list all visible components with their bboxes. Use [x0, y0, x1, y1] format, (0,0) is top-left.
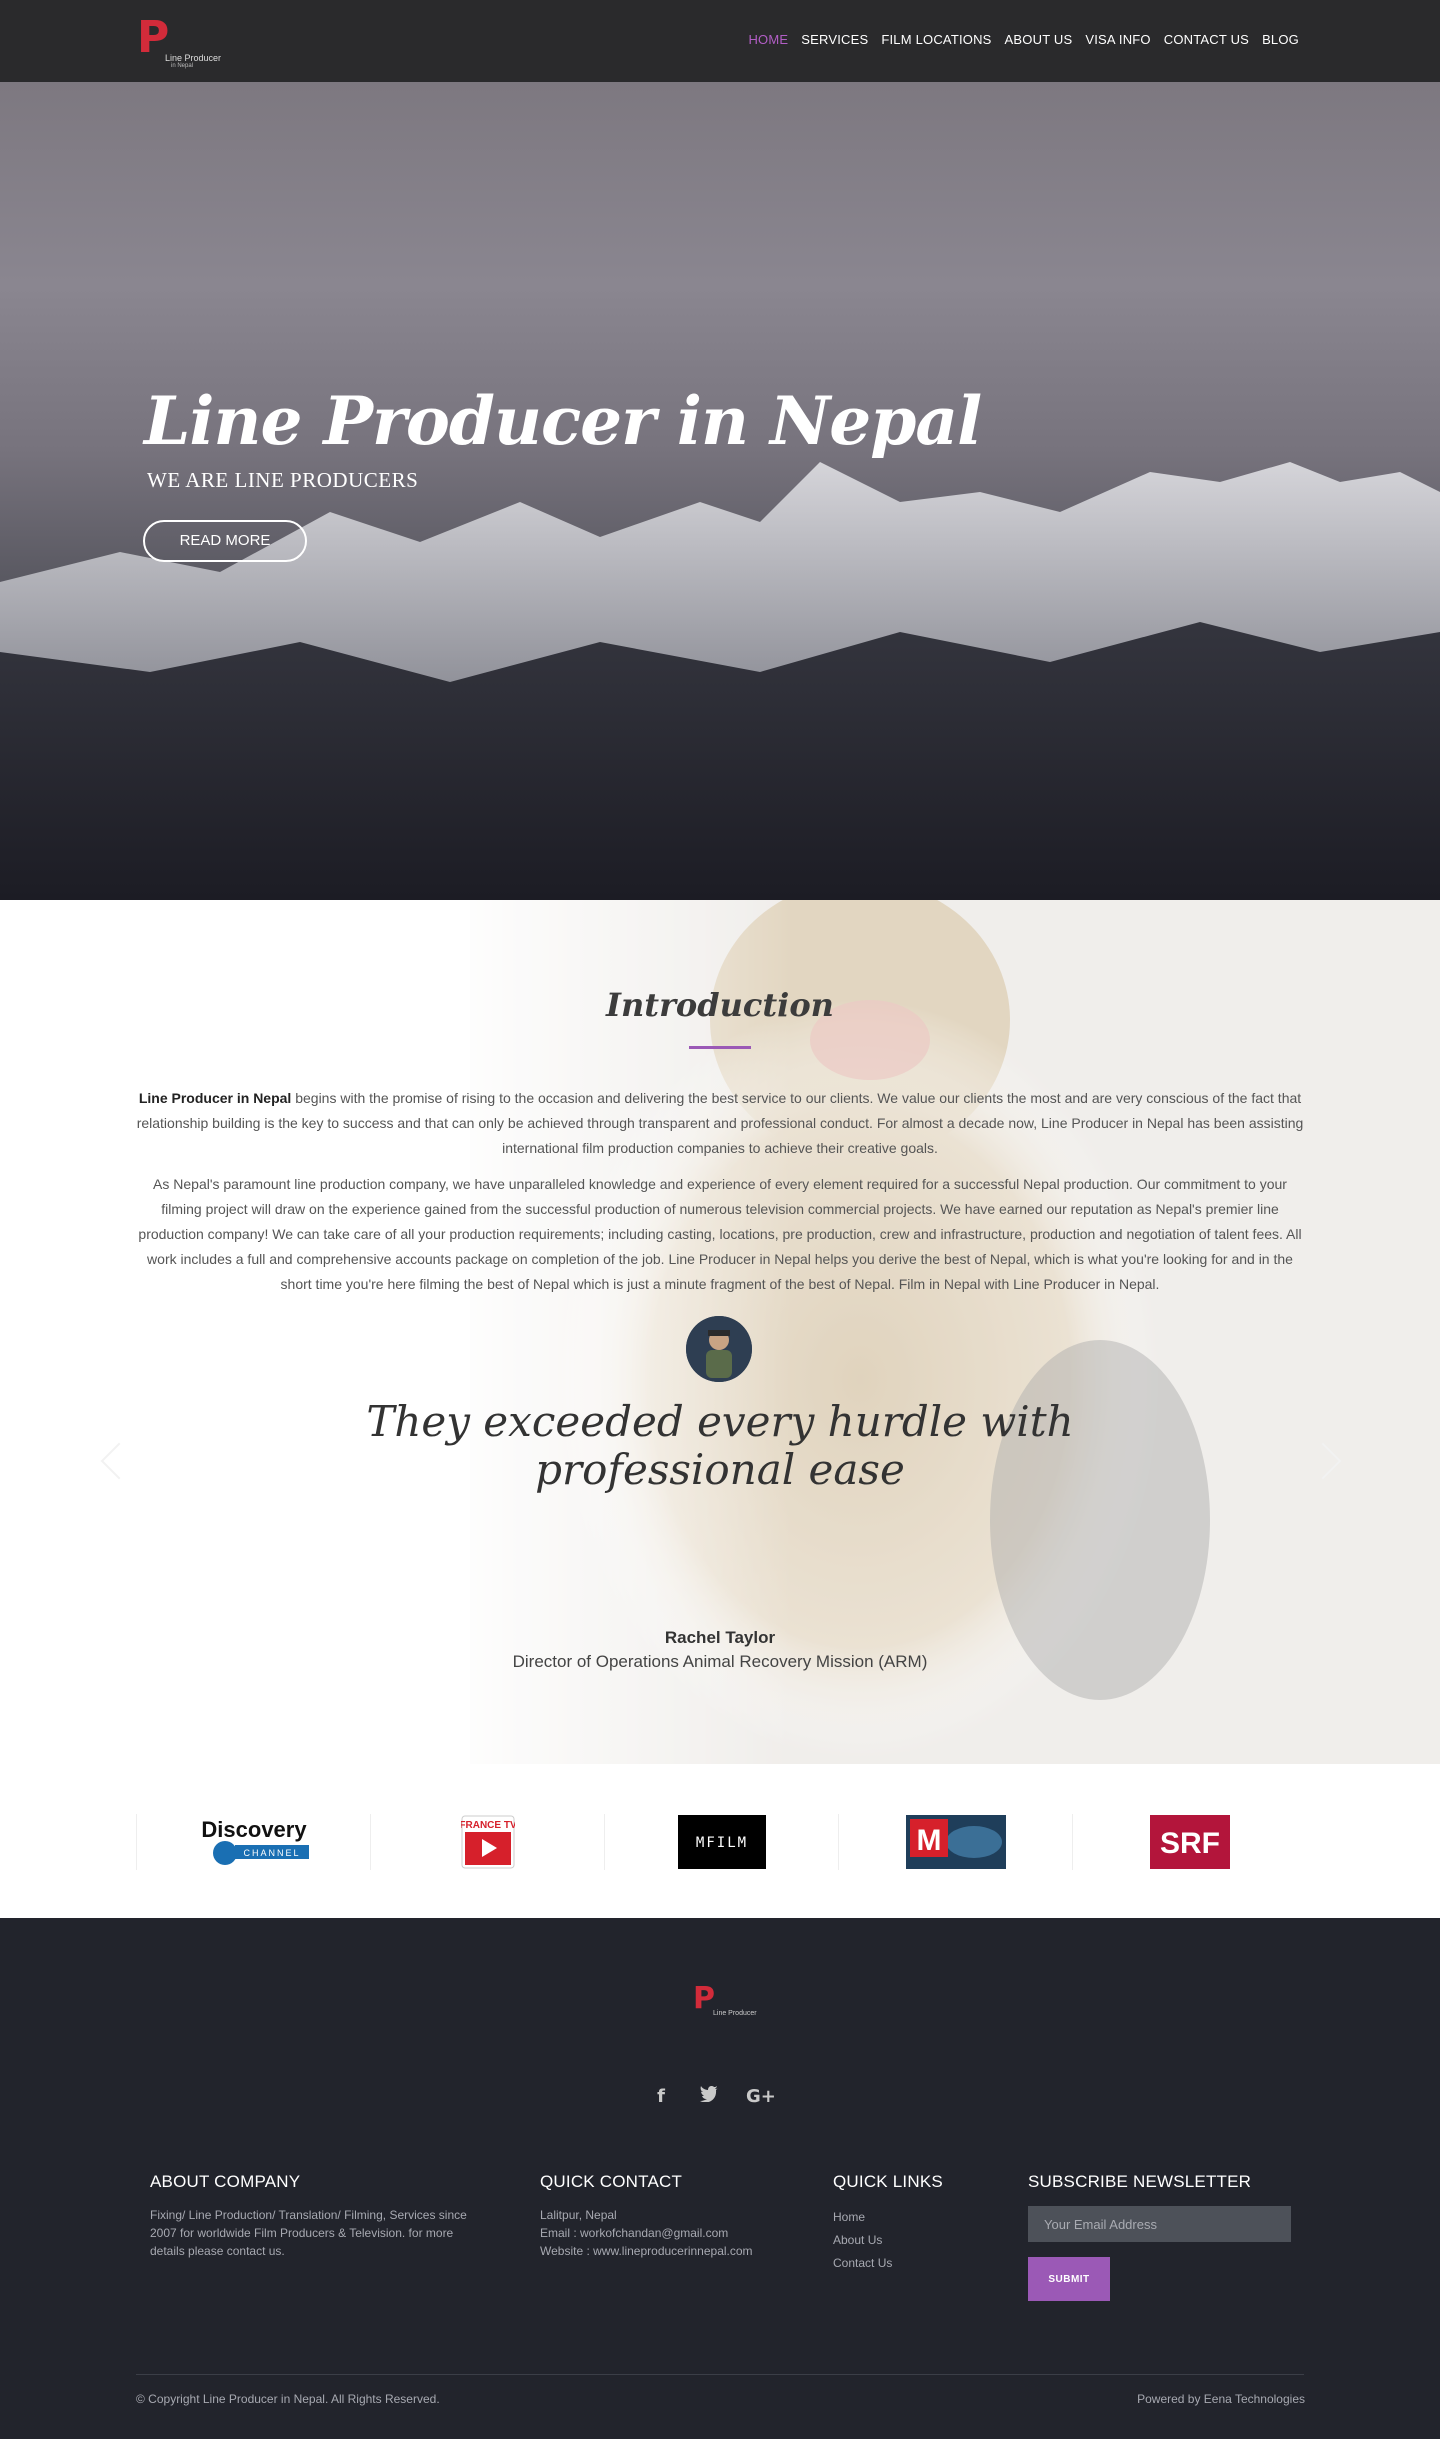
svg-text:SRF: SRF	[1160, 1827, 1220, 1860]
france-tv-logo: FRANCE TV	[461, 1815, 515, 1869]
testimonial-name: Rachel Taylor	[664, 1628, 776, 1647]
site-logo[interactable]: P Line Producer in Nepal	[137, 16, 221, 70]
footer-link-about-us[interactable]: About Us	[833, 2229, 993, 2252]
google-plus-icon[interactable]: G+	[746, 2086, 776, 2107]
introduction-heading: Introduction	[606, 986, 834, 1024]
nav-visa-info[interactable]: VISA INFO	[1085, 32, 1150, 47]
client-discovery[interactable]: Discovery CHANNEL	[136, 1814, 370, 1870]
heading-underline	[689, 1046, 751, 1049]
hero-subtitle: WE ARE LINE PRODUCERS	[147, 468, 419, 492]
quick-links-heading: QUICK LINKS	[833, 2172, 943, 2191]
quick-contact-heading: QUICK CONTACT	[540, 2172, 683, 2191]
client-france-tv[interactable]: FRANCE TV	[370, 1814, 604, 1870]
logo-subtext: in Nepal	[171, 63, 194, 69]
nav-film-locations[interactable]: FILM LOCATIONS	[881, 32, 991, 47]
newsletter-email-input[interactable]	[1028, 2206, 1291, 2242]
footer-logo-text: Line Producer	[713, 2010, 757, 2017]
srf-logo: SRF	[1149, 1815, 1230, 1869]
about-company-heading: ABOUT COMPANY	[150, 2172, 301, 2191]
hero-title: Line Producer in Nepal	[144, 382, 982, 460]
newsletter-submit-button[interactable]: SUBMIT	[1028, 2257, 1110, 2301]
twitter-icon[interactable]	[698, 2086, 720, 2107]
main-nav: HOME SERVICES FILM LOCATIONS ABOUT US VI…	[748, 32, 1299, 47]
svg-text:Discovery: Discovery	[201, 1817, 307, 1842]
contact-email[interactable]: Email : workofchandan@gmail.com	[540, 2224, 800, 2242]
intro-paragraph-1-text: begins with the promise of rising to the…	[136, 1090, 1304, 1156]
about-company-text: Fixing/ Line Production/ Translation/ Fi…	[150, 2208, 467, 2258]
copyright-text: © Copyright Line Producer in Nepal. All …	[136, 2392, 440, 2406]
m-channel-logo: M	[905, 1815, 1006, 1869]
client-mfilm[interactable]: MFILM	[604, 1814, 838, 1870]
svg-text:FRANCE TV: FRANCE TV	[461, 1820, 515, 1831]
svg-text:M: M	[916, 1824, 941, 1857]
svg-text:CHANNEL: CHANNEL	[243, 1848, 300, 1858]
nav-home[interactable]: HOME	[748, 32, 788, 47]
logo-text: Line Producer	[165, 53, 222, 63]
nav-about-us[interactable]: ABOUT US	[1005, 32, 1073, 47]
contact-address: Lalitpur, Nepal	[540, 2208, 617, 2222]
quick-links-column: QUICK LINKS Home About Us Contact Us	[833, 2172, 993, 2275]
contact-website[interactable]: Website : www.lineproducerinnepal.com	[540, 2242, 800, 2260]
about-company-column: ABOUT COMPANY Fixing/ Line Production/ T…	[150, 2172, 486, 2260]
testimonial-quote: They exceeded every hurdle with professi…	[366, 1397, 1074, 1494]
social-links: f G+	[650, 2086, 776, 2107]
facebook-icon[interactable]: f	[650, 2086, 672, 2107]
testimonial-avatar	[686, 1316, 752, 1382]
top-navbar: P Line Producer in Nepal HOME SERVICES F…	[0, 0, 1440, 82]
nav-blog[interactable]: BLOG	[1262, 32, 1299, 47]
nav-contact-us[interactable]: CONTACT US	[1164, 32, 1249, 47]
powered-by-text[interactable]: Powered by Eena Technologies	[1137, 2392, 1305, 2406]
newsletter-column: SUBSCRIBE NEWSLETTER SUBMIT	[1028, 2172, 1308, 2301]
newsletter-heading: SUBSCRIBE NEWSLETTER	[1028, 2172, 1252, 2191]
client-srf[interactable]: SRF	[1072, 1814, 1306, 1870]
mfilm-logo: MFILM	[677, 1815, 766, 1869]
intro-paragraph-2: As Nepal's paramount line production com…	[138, 1176, 1302, 1292]
read-more-button[interactable]: READ MORE	[143, 520, 307, 562]
intro-paragraph-1: Line Producer in Nepal begins with the p…	[136, 1086, 1304, 1161]
footer-link-contact-us[interactable]: Contact Us	[833, 2252, 993, 2275]
testimonial-role: Director of Operations Animal Recovery M…	[512, 1652, 928, 1671]
introduction-section: Introduction Line Producer in Nepal begi…	[0, 900, 1440, 1764]
client-m[interactable]: M	[838, 1814, 1072, 1870]
footer-link-home[interactable]: Home	[833, 2206, 993, 2229]
svg-text:MFILM: MFILM	[695, 1835, 747, 1851]
site-footer: P Line Producer f G+ ABOUT COMPANY Fixin…	[0, 1918, 1440, 2439]
nav-services[interactable]: SERVICES	[801, 32, 868, 47]
hero-section: Line Producer in Nepal WE ARE LINE PRODU…	[0, 82, 1440, 900]
footer-divider	[136, 2374, 1304, 2375]
intro-company-name: Line Producer in Nepal	[138, 1090, 292, 1106]
discovery-logo: Discovery CHANNEL	[201, 1817, 309, 1865]
quick-contact-column: QUICK CONTACT Lalitpur, Nepal Email : wo…	[540, 2172, 800, 2260]
client-logos: Discovery CHANNEL FRANCE TV MFILM M SRF	[0, 1764, 1440, 1918]
footer-logo-letter: P	[693, 1981, 715, 2016]
footer-logo[interactable]: P Line Producer	[693, 1981, 757, 2024]
